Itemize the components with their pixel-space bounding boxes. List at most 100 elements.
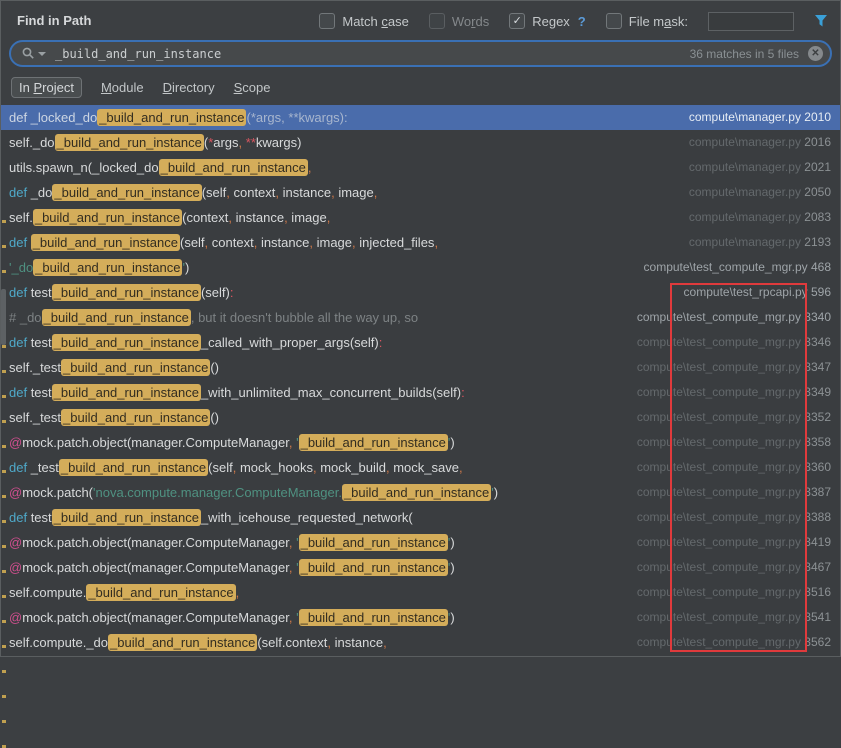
clear-search-icon[interactable]: ✕ (808, 46, 823, 61)
result-row[interactable]: self._test _build_and_run_instance() compu… (1, 405, 840, 430)
checkbox-box-icon (319, 13, 336, 29)
match-highlight: _build_and_run_instance (30, 234, 180, 251)
file-path: compute\test_compute_mgr.py (636, 360, 801, 374)
result-location: compute\test_compute_mgr.py 3340 (637, 305, 840, 330)
match-highlight: _build_and_run_instance (298, 609, 448, 626)
line-number: 2083 (804, 210, 831, 224)
result-location: compute\test_compute_mgr.py 3541 (637, 605, 840, 630)
result-row[interactable]: def _test _build_and_run_instance (self, m… (1, 455, 840, 480)
result-code-preview: self.compute. _build_and_run_instance, (9, 584, 240, 601)
result-code-preview: self._test _build_and_run_instance() (9, 359, 219, 376)
tab-directory[interactable]: Directory (163, 80, 215, 95)
match-highlight: _build_and_run_instance (108, 634, 258, 651)
result-location: compute\test_compute_mgr.py 3347 (637, 355, 840, 380)
file-path: compute\manager.py (688, 160, 801, 174)
line-number: 3360 (804, 460, 831, 474)
result-location: compute\test_compute_mgr.py 3467 (637, 555, 840, 580)
result-row[interactable]: def test _build_and_run_instance _with_unl… (1, 380, 840, 405)
search-field: 36 matches in 5 files ✕ (9, 40, 832, 67)
result-row[interactable]: @mock.patch('nova.compute.manager.Comput… (1, 480, 840, 505)
match-marker-tick (2, 420, 6, 423)
result-code-preview: @mock.patch.object(manager.ComputeManage… (9, 434, 455, 451)
match-marker-tick (2, 620, 6, 623)
result-row[interactable]: def test _build_and_run_instance (self): co… (1, 280, 840, 305)
result-code-preview: def test _build_and_run_instance _with_ice… (9, 509, 413, 526)
result-row[interactable]: self. _build_and_run_instance (context, in… (1, 205, 840, 230)
file-path: compute\manager.py (688, 135, 801, 149)
file-path: compute\test_compute_mgr.py (636, 560, 801, 574)
match-marker-tick (2, 345, 6, 348)
result-code-preview: @mock.patch.object(manager.ComputeManage… (9, 534, 455, 551)
result-location: compute\test_compute_mgr.py 3358 (637, 430, 840, 455)
search-options-bar: Match case Words ✓ Regex ? File mask: (319, 11, 828, 31)
match-marker-tick (2, 395, 6, 398)
checkbox-checked-icon: ✓ (509, 13, 526, 29)
file-path: compute\test_compute_mgr.py (636, 410, 801, 424)
result-code-preview: def test _build_and_run_instance _with_unl… (9, 384, 465, 401)
match-highlight: _build_and_run_instance (61, 359, 211, 376)
file-path: compute\test_compute_mgr.py (636, 585, 801, 599)
regex-help-icon[interactable]: ? (578, 14, 586, 29)
result-row[interactable]: self.compute._do _build_and_run_instance(… (1, 630, 840, 655)
result-location: compute\manager.py 2016 (689, 130, 840, 155)
match-marker-tick (2, 520, 6, 523)
result-row[interactable]: @mock.patch.object(manager.ComputeManage… (1, 605, 840, 630)
match-marker-tick (2, 695, 6, 698)
match-highlight: _build_and_run_instance (51, 334, 201, 351)
match-highlight: _build_and_run_instance (61, 409, 211, 426)
result-location: compute\manager.py 2050 (689, 180, 840, 205)
result-row[interactable]: @mock.patch.object(manager.ComputeManage… (1, 555, 840, 580)
search-icon[interactable] (21, 46, 36, 61)
result-row[interactable]: self._test _build_and_run_instance() compu… (1, 355, 840, 380)
result-row[interactable]: def test _build_and_run_instance _with_ice… (1, 505, 840, 530)
words-checkbox[interactable]: Words (428, 13, 489, 29)
result-row[interactable]: def _locked_do _build_and_run_instance (*a… (1, 105, 840, 130)
regex-checkbox[interactable]: ✓ Regex ? (509, 13, 586, 29)
search-history-chevron-down-icon[interactable] (38, 51, 46, 56)
result-row[interactable]: def _build_and_run_instance (self, contex… (1, 230, 840, 255)
tab-module[interactable]: Module (101, 80, 144, 95)
result-row[interactable]: utils.spawn_n(_locked_do _build_and_run_i… (1, 155, 840, 180)
result-row[interactable]: @mock.patch.object(manager.ComputeManage… (1, 530, 840, 555)
file-path: compute\test_compute_mgr.py (636, 385, 801, 399)
file-mask-input[interactable] (708, 11, 794, 31)
search-input[interactable] (53, 45, 690, 62)
match-case-checkbox[interactable]: Match case (319, 13, 409, 29)
file-path: compute\test_compute_mgr.py (636, 460, 801, 474)
stripe-scrollbar-thumb[interactable] (1, 289, 6, 345)
result-location: compute\test_compute_mgr.py 3562 (637, 630, 840, 655)
filter-icon[interactable] (814, 14, 828, 28)
file-mask-checkbox[interactable]: File mask: (605, 13, 688, 29)
match-highlight: _build_and_run_instance (51, 384, 201, 401)
result-code-preview: self. _build_and_run_instance (context, in… (9, 209, 331, 226)
result-row[interactable]: self.compute. _build_and_run_instance, com… (1, 580, 840, 605)
result-code-preview: def _do _build_and_run_instance (self, con… (9, 184, 378, 201)
tab-in-project[interactable]: In Project (11, 77, 82, 98)
file-path: compute\test_compute_mgr.py (636, 485, 801, 499)
line-number: 3358 (804, 435, 831, 449)
line-number: 2050 (804, 185, 831, 199)
file-path: compute\test_compute_mgr.py (636, 435, 801, 449)
result-row[interactable]: def _do _build_and_run_instance (self, con… (1, 180, 840, 205)
result-location: compute\test_compute_mgr.py 3346 (637, 330, 840, 355)
file-path: compute\test_compute_mgr.py (636, 310, 801, 324)
result-location: compute\test_compute_mgr.py 3419 (637, 530, 840, 555)
marker-stripe (1, 105, 7, 748)
result-row[interactable]: def test _build_and_run_instance _called_w… (1, 330, 840, 355)
match-highlight: _build_and_run_instance (58, 459, 209, 476)
result-code-preview: # _do _build_and_run_instance, but it doe… (9, 309, 419, 326)
result-row[interactable]: self._do _build_and_run_instance (*args, *… (1, 130, 840, 155)
result-row[interactable]: # _do _build_and_run_instance, but it doe… (1, 305, 840, 330)
match-highlight: _build_and_run_instance (51, 509, 201, 526)
result-code-preview: def test _build_and_run_instance (self): (9, 284, 234, 301)
match-marker-tick (2, 595, 6, 598)
result-row[interactable]: @mock.patch.object(manager.ComputeManage… (1, 430, 840, 455)
result-location: compute\test_compute_mgr.py 3352 (637, 405, 840, 430)
line-number: 3388 (804, 510, 831, 524)
file-path: compute\manager.py (688, 235, 801, 249)
match-highlight: _build_and_run_instance (52, 184, 202, 201)
result-row[interactable]: '_do _build_and_run_instance ') compute\tes… (1, 255, 840, 280)
tab-scope[interactable]: Scope (234, 80, 271, 95)
result-code-preview: '_do _build_and_run_instance ') (9, 259, 190, 276)
line-number: 3541 (804, 610, 831, 624)
